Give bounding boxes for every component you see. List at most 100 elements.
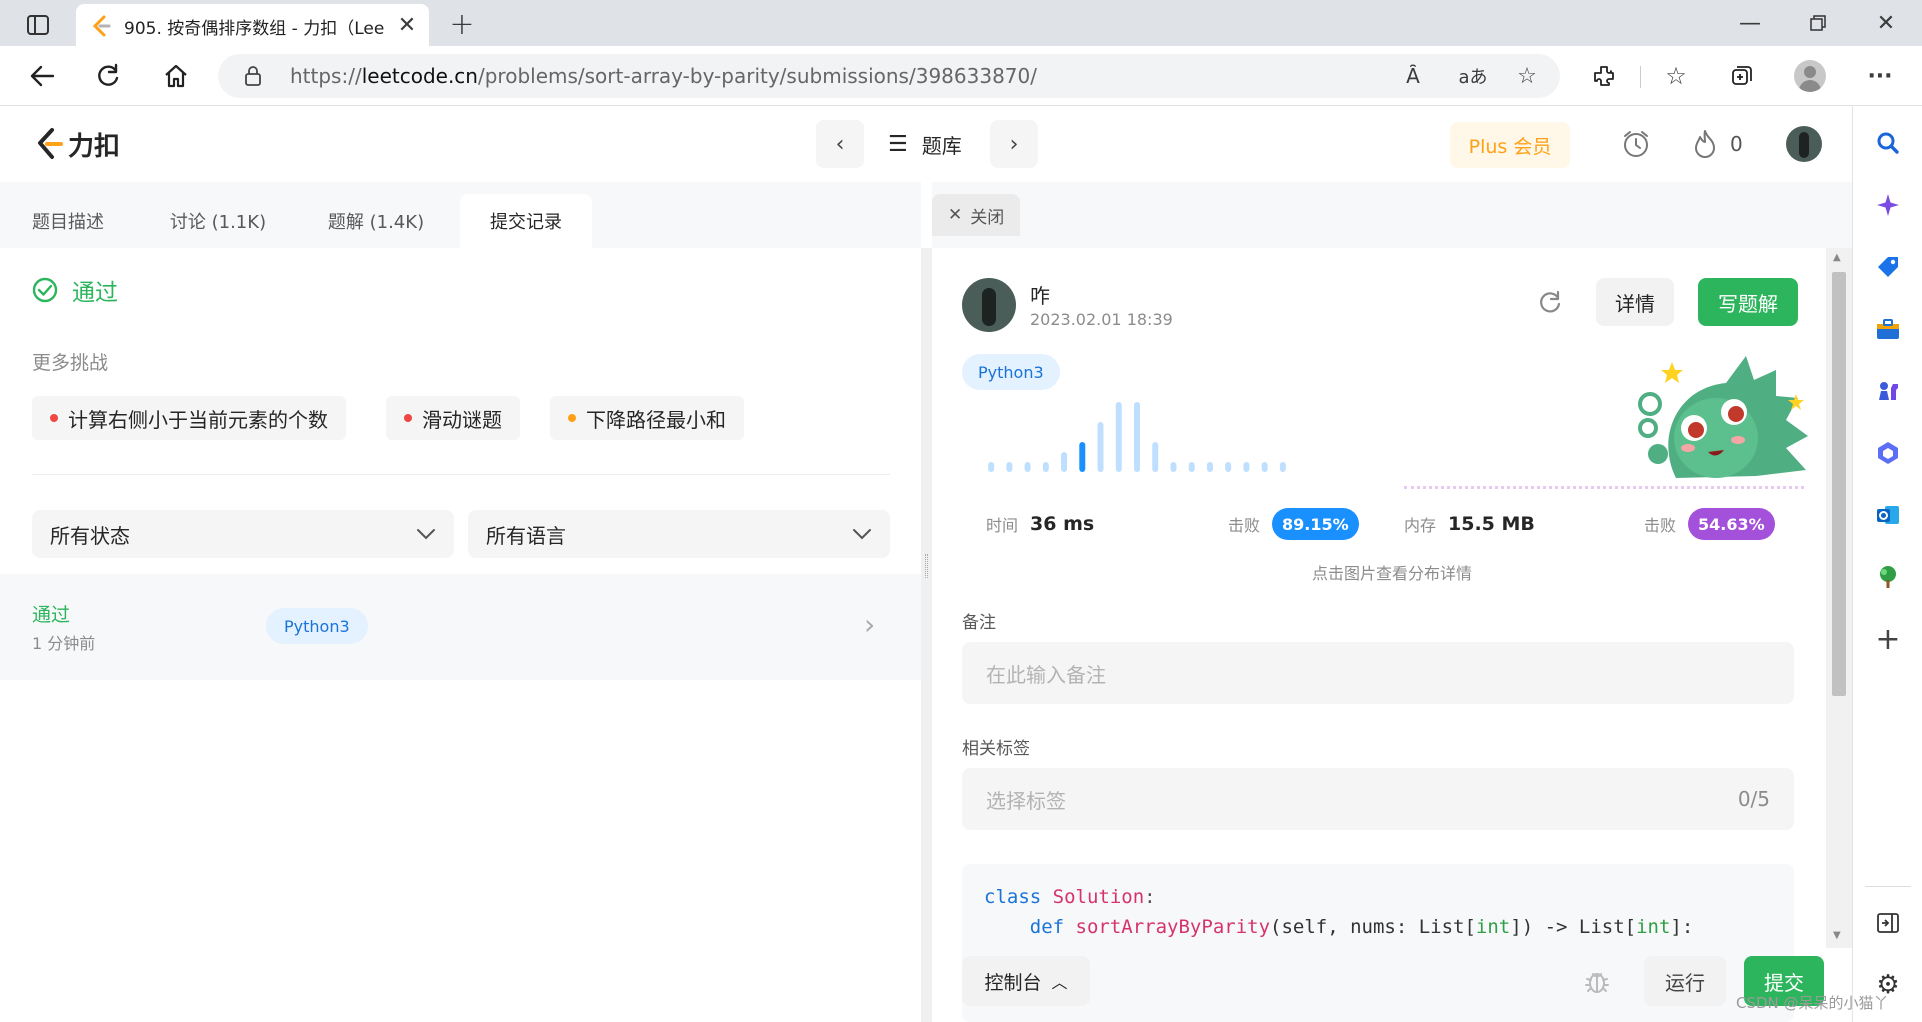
histogram-bar[interactable] — [1206, 462, 1213, 472]
runtime-metric: 时间 36 ms — [986, 504, 1094, 544]
leetcode-logo-icon — [38, 128, 63, 159]
more-menu-icon[interactable]: ··· — [1862, 58, 1898, 94]
user-avatar[interactable] — [1786, 126, 1822, 162]
code-line-1: class Solution: — [984, 886, 1156, 908]
tab-description[interactable]: 题目描述 — [0, 194, 136, 248]
site-header: 力扣 ‹ ☰ 题库 › Plus 会员 0 — [0, 106, 1852, 182]
streak-counter[interactable]: 0 — [1692, 126, 1743, 162]
outlook-icon[interactable] — [1871, 498, 1905, 532]
tab-solutions[interactable]: 题解 (1.4K) — [306, 194, 446, 248]
debug-icon[interactable] — [1578, 962, 1616, 1000]
notes-input[interactable]: 在此输入备注 — [962, 642, 1794, 704]
panel-splitter[interactable] — [921, 248, 932, 1022]
console-toggle-button[interactable]: 控制台 ︿ — [962, 956, 1090, 1006]
histogram-bar[interactable] — [1061, 452, 1068, 472]
hide-sidebar-icon[interactable] — [1871, 906, 1905, 940]
histogram-bar[interactable] — [1261, 462, 1268, 472]
histogram-bar[interactable] — [1188, 462, 1195, 472]
histogram-bar[interactable] — [1024, 462, 1031, 472]
histogram-bar[interactable] — [1097, 422, 1104, 472]
rerun-icon[interactable] — [1532, 284, 1568, 320]
histogram-bar[interactable] — [1115, 402, 1122, 472]
window-close-icon[interactable]: ✕ — [1868, 8, 1904, 38]
histogram-bar[interactable] — [1152, 442, 1159, 472]
translate-icon[interactable]: aあ — [1456, 62, 1490, 90]
tab-close-icon[interactable]: ✕ — [396, 13, 418, 38]
next-problem-button[interactable]: › — [990, 120, 1038, 168]
drop-tree-icon[interactable] — [1871, 560, 1905, 594]
challenge-label: 下降路径最小和 — [586, 407, 726, 432]
games-chess-icon[interactable] — [1871, 374, 1905, 408]
submission-row[interactable]: 通过 1 分钟前 Python3 › — [0, 574, 921, 680]
challenge-chip-3[interactable]: 下降路径最小和 — [550, 396, 744, 440]
favorites-icon[interactable]: ☆ — [1658, 58, 1694, 94]
copilot-sparkle-icon[interactable] — [1871, 188, 1905, 222]
challenge-chip-2[interactable]: 滑动谜题 — [386, 396, 520, 440]
histogram-bar[interactable] — [1079, 442, 1086, 472]
detail-scrollbar[interactable]: ▲ ▼ — [1826, 248, 1852, 948]
language-filter-select[interactable]: 所有语言 — [468, 510, 890, 558]
histogram-bar[interactable] — [1225, 462, 1232, 472]
microsoft365-icon[interactable] — [1871, 436, 1905, 470]
refresh-icon[interactable] — [90, 58, 126, 94]
collections-icon[interactable] — [1724, 58, 1760, 94]
run-button[interactable]: 运行 — [1644, 956, 1726, 1006]
accepted-status: 通过 — [32, 270, 118, 310]
details-button[interactable]: 详情 — [1596, 278, 1674, 326]
histogram-bar[interactable] — [988, 462, 995, 472]
tab-discussion[interactable]: 讨论 (1.1K) — [150, 194, 286, 248]
lock-icon[interactable] — [242, 65, 264, 87]
profile-avatar[interactable] — [1794, 60, 1826, 92]
prev-problem-button[interactable]: ‹ — [816, 120, 864, 168]
alarm-clock-icon[interactable] — [1618, 126, 1654, 162]
site-logo[interactable]: 力扣 — [34, 124, 120, 164]
scrollbar-thumb[interactable] — [1832, 272, 1846, 696]
tools-briefcase-icon[interactable] — [1871, 312, 1905, 346]
tab-submissions[interactable]: 提交记录 — [460, 194, 592, 248]
detail-content: 咋 2023.02.01 18:39 详情 写题解 Python3 时间 36 … — [932, 248, 1852, 1022]
histogram-bar[interactable] — [1170, 462, 1177, 472]
plus-member-button[interactable]: Plus 会员 — [1450, 122, 1570, 168]
home-icon[interactable] — [158, 58, 194, 94]
tags-select[interactable]: 选择标签 0/5 — [962, 768, 1794, 830]
problem-tabs: 题目描述 讨论 (1.1K) 题解 (1.4K) 提交记录 — [0, 194, 921, 248]
status-filter-select[interactable]: 所有状态 — [32, 510, 454, 558]
runtime-histogram[interactable] — [982, 398, 1292, 472]
histogram-bar[interactable] — [1243, 462, 1250, 472]
problem-bank-link[interactable]: ☰ 题库 — [888, 124, 962, 164]
leetcode-favicon — [90, 15, 112, 37]
memory-value: 15.5 MB — [1448, 513, 1535, 535]
restore-icon[interactable] — [1800, 8, 1836, 38]
beats-label: 击败 — [1228, 516, 1261, 535]
submission-detail-panel: ✕ 关闭 咋 2023.02.01 18:39 详情 写题解 Python3 时… — [932, 182, 1852, 1022]
new-tab-button[interactable]: + — [444, 6, 480, 42]
read-aloud-icon[interactable]: Ȃ — [1398, 62, 1428, 90]
close-detail-tab[interactable]: ✕ 关闭 — [932, 194, 1021, 236]
url-scheme: https:// — [290, 64, 362, 88]
histogram-bar[interactable] — [1279, 462, 1286, 472]
shopping-tag-icon[interactable] — [1871, 250, 1905, 284]
submission-date: 2023.02.01 18:39 — [1030, 310, 1173, 329]
add-sidebar-app-icon[interactable]: + — [1871, 622, 1905, 657]
url-text: https://leetcode.cn/problems/sort-array-… — [290, 54, 1037, 98]
write-solution-button[interactable]: 写题解 — [1698, 278, 1798, 326]
memory-label: 内存 — [1404, 516, 1437, 535]
close-label: 关闭 — [970, 207, 1005, 228]
more-challenges-heading: 更多挑战 — [32, 352, 109, 374]
submission-time: 1 分钟前 — [32, 634, 96, 653]
histogram-bar[interactable] — [1006, 462, 1013, 472]
url-field[interactable]: https://leetcode.cn/problems/sort-array-… — [218, 54, 1560, 98]
tab-actions-icon[interactable] — [20, 10, 56, 40]
back-icon[interactable] — [24, 58, 60, 94]
search-icon[interactable] — [1871, 126, 1905, 160]
histogram-bar[interactable] — [1134, 402, 1140, 472]
minimize-icon[interactable]: — — [1732, 8, 1768, 38]
challenge-chip-1[interactable]: 计算右侧小于当前元素的个数 — [32, 396, 346, 440]
favorite-add-icon[interactable]: ☆ — [1512, 62, 1542, 90]
histogram-bar[interactable] — [1042, 462, 1049, 472]
status-filter-value: 所有状态 — [50, 523, 130, 548]
browser-tab-active[interactable]: 905. 按奇偶排序数组 - 力扣（Lee ✕ — [76, 4, 429, 46]
left-panel: 题目描述 讨论 (1.1K) 题解 (1.4K) 提交记录 通过 更多挑战 计算… — [0, 182, 921, 1022]
extensions-icon[interactable] — [1586, 58, 1622, 94]
distribution-hint[interactable]: 点击图片查看分布详情 — [932, 560, 1852, 584]
